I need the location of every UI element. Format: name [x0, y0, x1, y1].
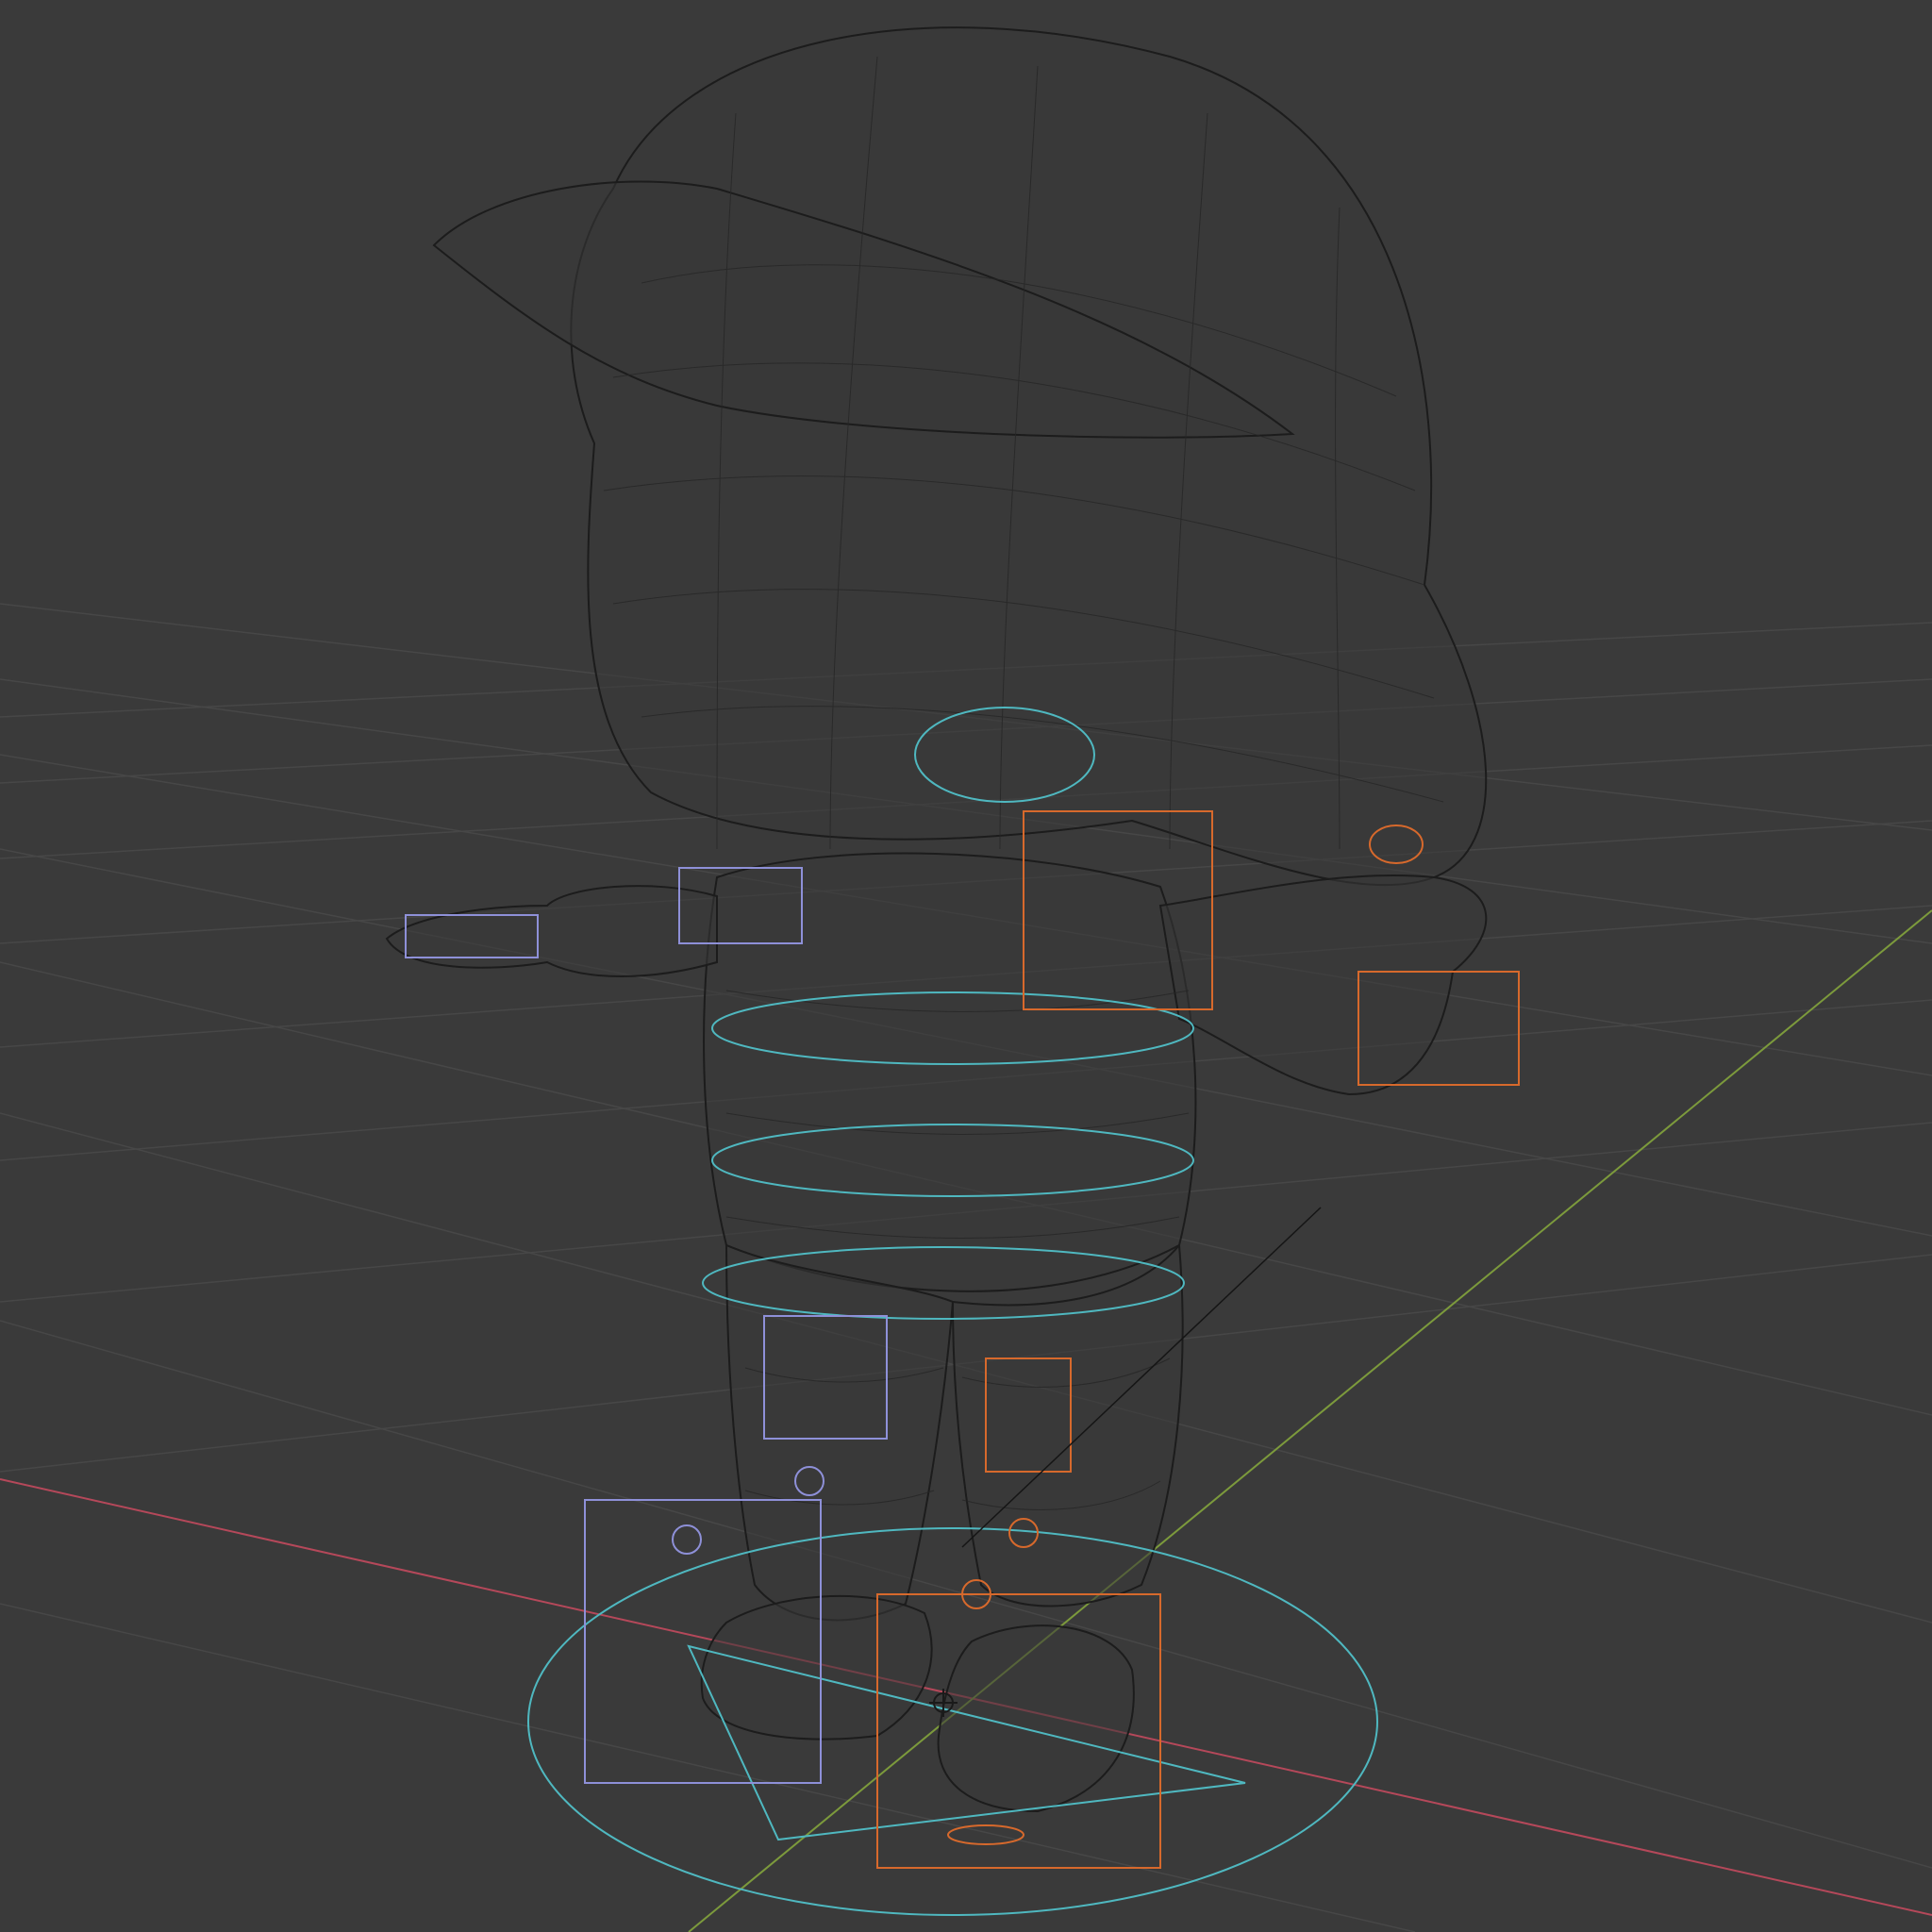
- left-knee-pole-control[interactable]: [672, 1524, 702, 1555]
- right-foot-pivot[interactable]: [947, 1824, 1024, 1845]
- character-mesh[interactable]: [385, 26, 1488, 1813]
- viewport-canvas: [0, 26, 1932, 1932]
- left-arm-shape: [385, 885, 718, 977]
- right-shoe-shape: [937, 1624, 1135, 1813]
- 3d-viewport[interactable]: [0, 0, 1932, 1932]
- right-leg-shape: [951, 1242, 1184, 1607]
- left-leg-shape: [724, 1243, 955, 1622]
- head-shape: [570, 26, 1488, 887]
- torso-shape: [703, 852, 1197, 1292]
- left-shoe-shape: [700, 1594, 933, 1740]
- right-arm-shape: [1158, 874, 1488, 1096]
